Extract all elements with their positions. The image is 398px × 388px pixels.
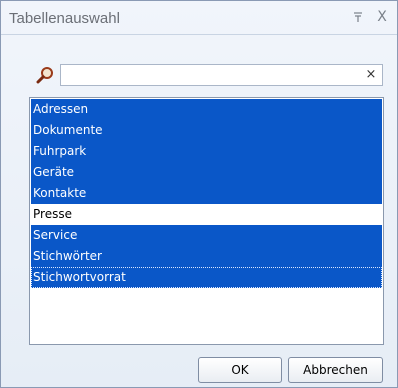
search-input[interactable] [63, 66, 363, 84]
table-selection-dialog: Tabellenauswahl X × Adressen Dokumente F… [0, 0, 398, 388]
list-item[interactable]: Stichwörter [31, 246, 382, 267]
cancel-button[interactable]: Abbrechen [288, 357, 383, 383]
list-item[interactable]: Service [31, 225, 382, 246]
list-item[interactable]: Presse [31, 204, 382, 225]
list-item[interactable]: Geräte [31, 162, 382, 183]
list-item[interactable]: Fuhrpark [31, 141, 382, 162]
title-bar: Tabellenauswahl X [1, 1, 397, 35]
close-icon[interactable]: X [374, 9, 390, 25]
window-title: Tabellenauswahl [9, 10, 120, 27]
clear-search-icon[interactable]: × [364, 67, 378, 83]
list-item[interactable]: Kontakte [31, 183, 382, 204]
search-icon [36, 66, 54, 84]
list-item[interactable]: Stichwortvorrat [31, 267, 382, 288]
ok-button[interactable]: OK [198, 357, 282, 383]
table-list[interactable]: Adressen Dokumente Fuhrpark Geräte Konta… [29, 97, 384, 345]
list-item[interactable]: Dokumente [31, 120, 382, 141]
search-input-box[interactable]: × [60, 64, 383, 86]
list-item[interactable]: Adressen [31, 99, 382, 120]
pin-icon[interactable] [350, 9, 366, 25]
